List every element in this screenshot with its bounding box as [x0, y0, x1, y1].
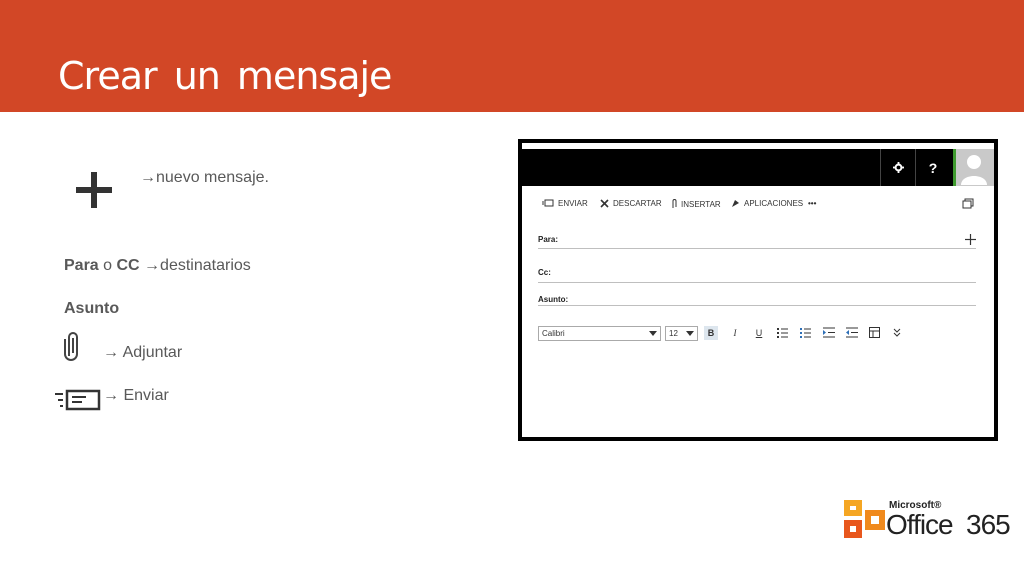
insert-toolbar-label: INSERTAR	[681, 199, 721, 209]
send-text: → Enviar	[103, 387, 169, 404]
chevron-down-icon	[686, 331, 694, 336]
new-message-text: →nuevo mensaje.	[140, 169, 269, 186]
help-button[interactable]: ?	[915, 149, 950, 186]
font-size-select[interactable]: 12	[665, 326, 698, 341]
font-size-value: 12	[669, 329, 678, 338]
apps-toolbar-button[interactable]: APLICACIONES	[731, 199, 803, 208]
bold-button[interactable]: B	[704, 326, 718, 340]
cc-field-input[interactable]	[538, 282, 976, 283]
send-icon	[55, 389, 101, 411]
insert-toolbar-button[interactable]: INSERTAR	[671, 199, 721, 209]
popout-icon[interactable]	[962, 198, 974, 209]
user-avatar[interactable]	[953, 149, 994, 186]
discard-toolbar-button[interactable]: DESCARTAR	[600, 199, 662, 208]
logo-365-text: 365	[966, 509, 1011, 540]
bullet-list-icon[interactable]	[777, 327, 788, 338]
italic-button[interactable]: I	[728, 326, 742, 340]
outdent-icon[interactable]	[846, 327, 858, 338]
more-toolbar-button[interactable]: •••	[808, 199, 816, 208]
table-icon[interactable]	[869, 327, 880, 338]
slide-title: Crear un mensaje	[58, 54, 392, 98]
font-select[interactable]: Calibri	[538, 326, 661, 341]
send-toolbar-label: ENVIAR	[558, 199, 588, 208]
subject-field-input[interactable]	[538, 305, 976, 306]
settings-button[interactable]	[880, 149, 915, 186]
send-toolbar-button[interactable]: ENVIAR	[542, 199, 588, 208]
underline-button[interactable]: U	[752, 326, 766, 340]
user-icon	[961, 155, 987, 185]
send-mail-icon	[542, 199, 554, 207]
plus-icon	[76, 172, 112, 208]
indent-icon[interactable]	[823, 327, 835, 338]
subject-field-label: Asunto:	[538, 295, 569, 304]
subject-label: Asunto	[64, 300, 120, 317]
attach-text: → Adjuntar	[103, 344, 183, 361]
cc-label: CC	[116, 257, 140, 274]
apps-icon	[732, 200, 739, 207]
chevron-down-icon	[649, 331, 657, 336]
add-recipient-icon[interactable]	[965, 234, 976, 245]
gear-icon	[892, 162, 904, 173]
apps-toolbar-label: APLICACIONES	[744, 199, 804, 208]
to-field-label: Para:	[538, 235, 559, 244]
numbered-list-icon[interactable]	[800, 327, 811, 338]
to-field-input[interactable]	[538, 248, 976, 249]
expand-more-icon[interactable]	[893, 328, 901, 337]
logo-office-text: Office	[886, 509, 954, 540]
paperclip-icon	[64, 332, 78, 361]
paperclip-small-icon	[672, 199, 677, 208]
cc-field-label: Cc:	[538, 268, 551, 277]
compose-screenshot: ? ENVIAR DESCARTAR INSERTAR APLICACIONES…	[518, 139, 998, 441]
office-logo-icon	[844, 500, 885, 538]
para-label: Para	[64, 257, 99, 274]
or-text: o	[98, 257, 117, 274]
recipients-text: →destinatarios	[139, 257, 251, 274]
font-select-value: Calibri	[542, 329, 565, 338]
recipients-line: Para o CC →destinatarios	[64, 257, 251, 275]
discard-toolbar-label: DESCARTAR	[613, 199, 662, 208]
close-icon	[600, 199, 609, 208]
